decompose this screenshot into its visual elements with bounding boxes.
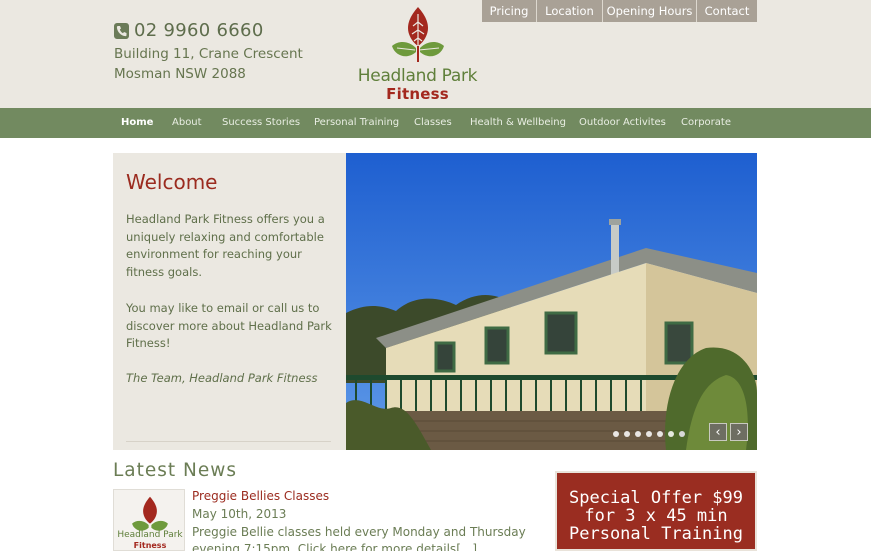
phone-number[interactable]: 02 9960 6660 (134, 20, 264, 41)
site-header: 02 9960 6660 Building 11, Crane Crescent… (0, 0, 871, 108)
nav-item-about[interactable]: About (172, 117, 202, 128)
read-more-link[interactable]: [...] (456, 542, 477, 551)
top-nav-location[interactable]: Location (537, 0, 603, 22)
welcome-title: Welcome (126, 170, 218, 194)
logo-name: Headland Park (357, 66, 478, 86)
news-item-date: May 10th, 2013 (192, 507, 287, 521)
chevron-left-icon: ‹ (715, 424, 721, 440)
nav-item-personal-training[interactable]: Personal Training (314, 117, 399, 128)
thumb-logo-subtitle: Fitness (133, 541, 167, 550)
slider-dot[interactable] (657, 431, 663, 437)
logo-subtitle: Fitness (386, 85, 449, 103)
top-nav-opening-hours[interactable]: Opening Hours (603, 0, 697, 22)
slider-dots (613, 431, 685, 437)
slider-dot-active[interactable] (679, 431, 685, 437)
nav-item-home[interactable]: Home (121, 117, 153, 128)
main-nav: Home About Success Stories Personal Trai… (0, 108, 871, 138)
slider-dot[interactable] (635, 431, 641, 437)
leaf-logo-icon (392, 7, 444, 62)
news-item-title[interactable]: Preggie Bellies Classes (192, 489, 329, 503)
nav-item-outdoor-activites[interactable]: Outdoor Activites (579, 117, 666, 128)
top-nav-contact[interactable]: Contact (697, 0, 757, 22)
special-offer-banner[interactable]: Special Offer $99 for 3 x 45 min Persona… (555, 471, 757, 551)
special-offer-text: Special Offer $99 for 3 x 45 min Persona… (569, 488, 743, 544)
news-heading: Latest News (113, 460, 238, 481)
hero-photo (346, 153, 757, 450)
nav-item-health-wellbeing[interactable]: Health & Wellbeing (470, 117, 566, 128)
welcome-signature: The Team, Headland Park Fitness (126, 371, 318, 385)
phone-row: 02 9960 6660 (114, 20, 264, 41)
news-item-excerpt: Preggie Bellie classes held every Monday… (192, 524, 532, 551)
slider-dot[interactable] (668, 431, 674, 437)
site-logo[interactable]: Headland Park Fitness (355, 6, 480, 104)
slider-dot[interactable] (624, 431, 630, 437)
address-line-2: Mosman NSW 2088 (114, 66, 246, 82)
chevron-right-icon: › (736, 424, 742, 440)
welcome-paragraph-2: You may like to email or call us to disc… (126, 301, 332, 350)
nav-item-corporate[interactable]: Corporate (681, 117, 731, 128)
divider (126, 441, 331, 442)
slider-dot[interactable] (613, 431, 619, 437)
nav-item-success-stories[interactable]: Success Stories (222, 117, 300, 128)
slider-dot[interactable] (646, 431, 652, 437)
news-thumbnail[interactable]: Headland Park Fitness (113, 489, 185, 551)
address-line-1: Building 11, Crane Crescent (114, 46, 303, 62)
hero-slider[interactable]: ‹ › (346, 153, 757, 450)
slider-next-button[interactable]: › (730, 423, 748, 441)
welcome-panel: Welcome Headland Park Fitness offers you… (113, 153, 346, 450)
welcome-paragraph-1: Headland Park Fitness offers you a uniqu… (126, 212, 325, 279)
nav-item-classes[interactable]: Classes (414, 117, 452, 128)
phone-icon (114, 22, 129, 39)
slider-prev-button[interactable]: ‹ (709, 423, 727, 441)
top-nav-pricing[interactable]: Pricing (482, 0, 537, 22)
thumb-logo-name: Headland Park (117, 530, 183, 540)
top-nav: Pricing Location Opening Hours Contact (482, 0, 757, 22)
